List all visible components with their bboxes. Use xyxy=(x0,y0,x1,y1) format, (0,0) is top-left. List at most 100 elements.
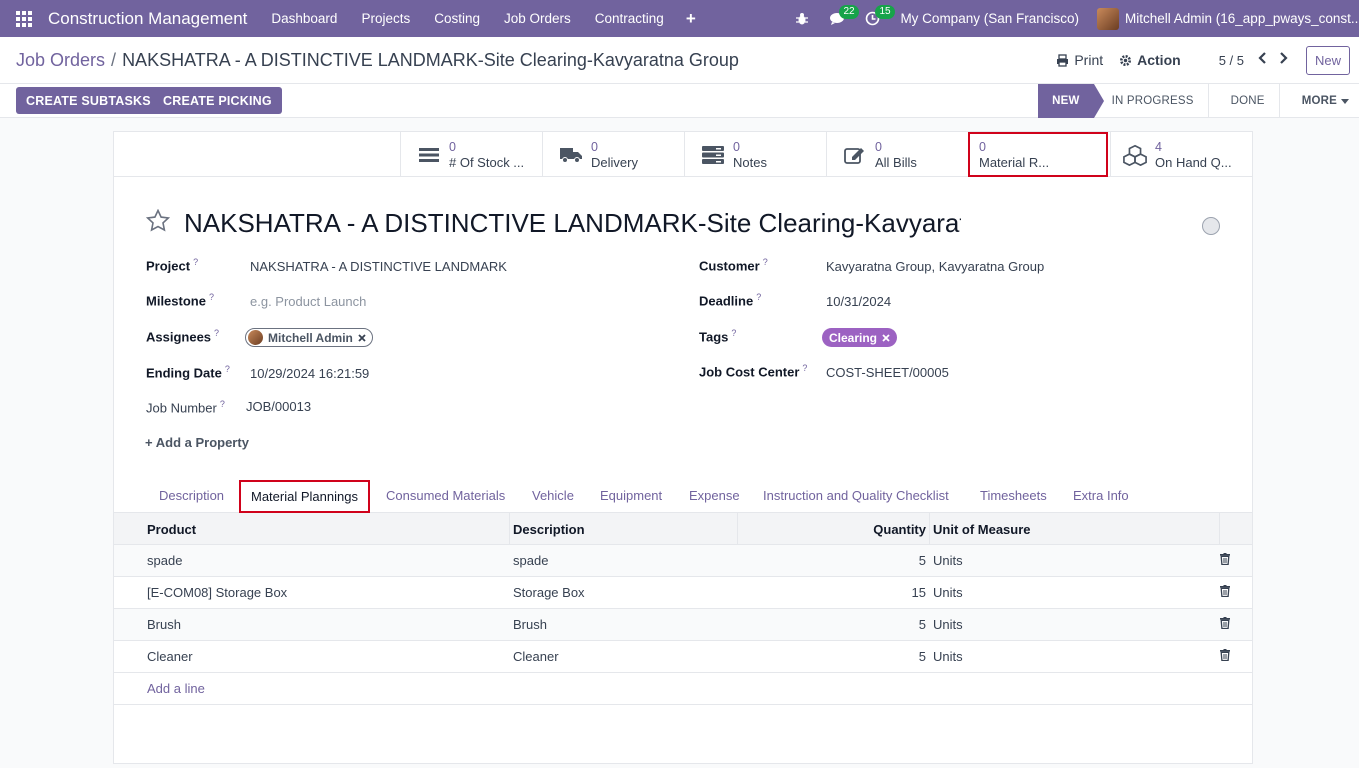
apps-menu-icon[interactable] xyxy=(0,0,48,37)
trash-icon[interactable] xyxy=(1220,553,1230,565)
menu-job-orders[interactable]: Job Orders xyxy=(492,11,583,26)
col-quantity-header[interactable]: Quantity xyxy=(741,522,926,537)
activities-clock-icon[interactable]: 15 xyxy=(855,0,895,37)
stage-in-progress[interactable]: IN PROGRESS xyxy=(1098,84,1208,118)
table-row[interactable]: [E-COM08] Storage Box Storage Box 15 Uni… xyxy=(114,577,1252,609)
job-cost-center-field[interactable]: COST-SHEET/00005 xyxy=(826,365,949,380)
row-description: spade xyxy=(513,553,549,568)
status-bar: NEW IN PROGRESS DONE MORE xyxy=(1038,84,1359,118)
title-row: NAKSHATRA - A DISTINCTIVE LANDMARK-Site … xyxy=(145,208,961,239)
add-line-link[interactable]: Add a line xyxy=(147,681,205,696)
print-icon xyxy=(1057,53,1069,67)
milestone-field[interactable]: e.g. Product Launch xyxy=(250,294,366,309)
remove-tag-icon[interactable] xyxy=(882,333,890,342)
project-field[interactable]: NAKSHATRA - A DISTINCTIVE LANDMARK xyxy=(250,259,507,274)
menu-costing[interactable]: Costing xyxy=(422,11,492,26)
remove-assignee-icon[interactable] xyxy=(358,333,366,342)
delivery-label: Delivery xyxy=(591,154,638,170)
smart-button-notes[interactable]: 0 Notes xyxy=(684,132,826,177)
tab-vehicle[interactable]: Vehicle xyxy=(532,488,574,503)
favorite-star-icon[interactable] xyxy=(145,208,171,239)
customer-field[interactable]: Kavyaratna Group, Kavyaratna Group xyxy=(826,259,1044,274)
tab-instruction-quality-checklist[interactable]: Instruction and Quality Checklist xyxy=(763,488,949,503)
notes-count: 0 xyxy=(733,139,740,154)
pager-next-button[interactable] xyxy=(1273,51,1294,69)
app-brand[interactable]: Construction Management xyxy=(48,9,247,29)
breadcrumb-job-orders[interactable]: Job Orders xyxy=(16,50,105,70)
tab-expense[interactable]: Expense xyxy=(689,488,740,503)
bills-label: All Bills xyxy=(875,154,917,170)
menu-plus-icon[interactable]: + xyxy=(676,9,706,29)
col-uom-header[interactable]: Unit of Measure xyxy=(933,522,1031,537)
notes-icon xyxy=(701,145,725,165)
tab-extra-info[interactable]: Extra Info xyxy=(1073,488,1129,503)
trash-icon[interactable] xyxy=(1220,585,1230,597)
menu-projects[interactable]: Projects xyxy=(349,11,422,26)
control-panel: Job Orders / NAKSHATRA - A DISTINCTIVE LAN… xyxy=(0,37,1359,84)
tab-equipment[interactable]: Equipment xyxy=(600,488,662,503)
action-button[interactable]: Action xyxy=(1111,52,1189,68)
stage-new[interactable]: NEW xyxy=(1038,84,1105,118)
notes-label: Notes xyxy=(733,154,767,170)
notebook-tabs: Description Material Plannings Consumed … xyxy=(114,480,1252,513)
tab-timesheets[interactable]: Timesheets xyxy=(980,488,1047,503)
table-row[interactable]: spade spade 5 Units xyxy=(114,545,1252,577)
assignee-chip[interactable]: Mitchell Admin xyxy=(245,328,373,347)
smart-button-on-hand[interactable]: 4 On Hand Q... xyxy=(1110,132,1252,177)
deadline-field[interactable]: 10/31/2024 xyxy=(826,294,891,309)
col-product-header[interactable]: Product xyxy=(147,522,196,537)
row-quantity: 5 xyxy=(918,617,926,632)
stock-label: # Of Stock ... xyxy=(449,154,525,170)
smart-button-delivery[interactable]: 0 Delivery xyxy=(542,132,684,177)
assignee-name: Mitchell Admin xyxy=(268,330,353,345)
stock-count: 0 xyxy=(449,139,456,154)
ending-date-field[interactable]: 10/29/2024 16:21:59 xyxy=(250,366,369,381)
pager-previous-button[interactable] xyxy=(1252,51,1273,69)
user-menu[interactable]: Mitchell Admin (16_app_pways_const... xyxy=(1089,7,1359,30)
create-subtasks-button[interactable]: CREATE SUBTASKS xyxy=(16,87,161,114)
add-property-button[interactable]: + Add a Property xyxy=(145,435,249,450)
debug-bug-icon[interactable] xyxy=(785,0,819,37)
menu-contracting[interactable]: Contracting xyxy=(583,11,676,26)
edit-icon xyxy=(843,145,867,165)
stage-done[interactable]: DONE xyxy=(1207,84,1279,118)
smart-button-material-requisition[interactable]: 0 Material R... xyxy=(968,132,1108,177)
deadline-label: Deadline? xyxy=(699,292,762,309)
table-body: spade spade 5 Units [E-COM08] Storage Bo… xyxy=(114,545,1252,705)
smart-button-all-bills[interactable]: 0 All Bills xyxy=(826,132,968,177)
activities-count-badge: 15 xyxy=(875,5,895,19)
chevron-right-icon xyxy=(1280,52,1288,64)
row-uom: Units xyxy=(933,585,963,600)
smart-button-stock[interactable]: 0 # Of Stock ... xyxy=(400,132,542,177)
table-row[interactable]: Cleaner Cleaner 5 Units xyxy=(114,641,1252,673)
ending-date-label: Ending Date? xyxy=(146,364,230,381)
caret-down-icon xyxy=(1341,98,1349,104)
row-product: spade xyxy=(147,553,183,568)
row-description: Storage Box xyxy=(513,585,585,600)
company-switcher[interactable]: My Company (San Francisco) xyxy=(890,11,1089,26)
trash-icon[interactable] xyxy=(1220,617,1230,629)
row-product: Brush xyxy=(147,617,181,632)
row-product: [E-COM08] Storage Box xyxy=(147,585,288,600)
menu-dashboard[interactable]: Dashboard xyxy=(259,11,349,26)
trash-icon[interactable] xyxy=(1220,649,1230,661)
job-order-title[interactable]: NAKSHATRA - A DISTINCTIVE LANDMARK-Site … xyxy=(184,208,961,239)
print-button[interactable]: Print xyxy=(1048,52,1111,68)
add-line-row: Add a line xyxy=(114,673,1252,705)
create-picking-button[interactable]: CREATE PICKING xyxy=(153,87,282,114)
tab-description[interactable]: Description xyxy=(159,488,224,503)
table-row[interactable]: Brush Brush 5 Units xyxy=(114,609,1252,641)
table-header: Product Description Quantity Unit of Mea… xyxy=(114,513,1252,545)
messages-icon[interactable]: 22 xyxy=(819,0,859,37)
tab-material-plannings[interactable]: Material Plannings xyxy=(239,480,370,513)
tag-clearing[interactable]: Clearing xyxy=(822,328,898,347)
pager-value[interactable]: 5 / 5 xyxy=(1189,53,1252,68)
col-description-header[interactable]: Description xyxy=(513,522,585,537)
kanban-state-indicator[interactable] xyxy=(1202,217,1220,235)
delivery-count: 0 xyxy=(591,139,598,154)
stage-more-dropdown[interactable]: MORE xyxy=(1278,84,1359,118)
tab-consumed-materials[interactable]: Consumed Materials xyxy=(386,488,505,503)
project-label: Project? xyxy=(146,257,199,274)
new-button[interactable]: New xyxy=(1305,45,1350,75)
row-quantity: 5 xyxy=(918,553,926,568)
